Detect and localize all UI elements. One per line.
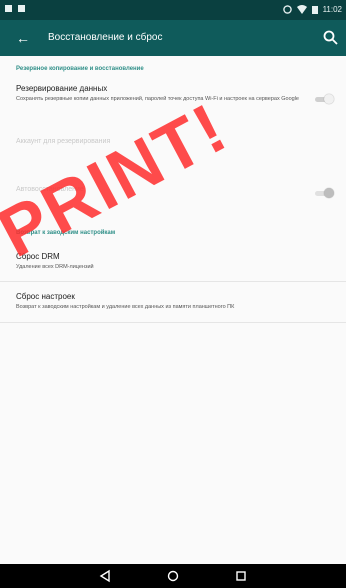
- back-triangle-icon[interactable]: [98, 569, 112, 583]
- notification-icon: [5, 5, 12, 12]
- auto-restore-toggle[interactable]: [312, 188, 334, 198]
- navigation-bar: [0, 564, 346, 588]
- wifi-icon: [296, 5, 307, 14]
- item-summary: Сохранять резервные копии данных приложе…: [16, 96, 299, 102]
- divider: [0, 322, 346, 323]
- search-icon[interactable]: [322, 29, 340, 47]
- item-summary: Удаление всех DRM-лицензий: [16, 264, 94, 270]
- toggle-thumb: [324, 94, 334, 104]
- arrow-left-icon[interactable]: ←: [16, 30, 30, 46]
- divider: [0, 281, 346, 282]
- page-title: Восстановление и сброс: [48, 32, 163, 43]
- backup-toggle[interactable]: [312, 94, 334, 104]
- section-header-backup: Резервное копирование и восстановление: [16, 66, 144, 72]
- app-bar: ← Восстановление и сброс: [0, 20, 346, 56]
- home-circle-icon[interactable]: [166, 569, 180, 583]
- item-title: Сброс настроек: [16, 292, 75, 301]
- battery-icon: [311, 6, 318, 14]
- recents-square-icon[interactable]: [234, 569, 248, 583]
- toggle-thumb: [324, 188, 334, 198]
- status-bar: 11:02: [0, 0, 346, 20]
- status-notification-icons: [5, 5, 25, 12]
- notification-icon: [18, 5, 25, 12]
- item-summary: Возврат к заводским настройкам и удалени…: [16, 304, 235, 310]
- status-time: 11:02: [322, 5, 342, 14]
- item-title: Резервирование данных: [16, 84, 108, 93]
- alarm-icon: [282, 5, 292, 14]
- status-system-icons: 11:02: [282, 5, 342, 14]
